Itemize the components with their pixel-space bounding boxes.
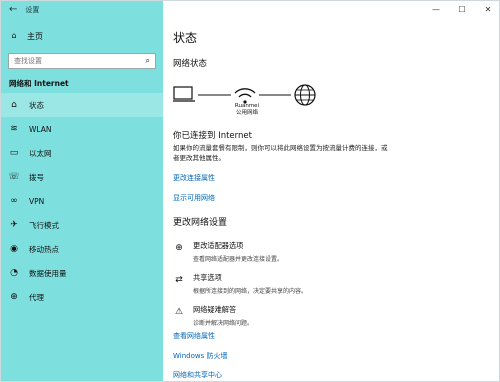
settings-window: ← 设置 ⌂ 主页 ⌕ 网络和 Internet ⌂ 状态 ≋ WLAN ▭ 以… — [0, 0, 500, 382]
page-title: 状态 — [173, 31, 198, 45]
sidebar-item-ethernet[interactable]: ▭ 以太网 — [1, 141, 163, 165]
sidebar-item-label: 拨号 — [29, 172, 44, 182]
sidebar-item-label: WLAN — [29, 124, 52, 134]
sidebar-item-label: 移动热点 — [29, 244, 59, 254]
home-nav[interactable]: ⌂ 主页 — [1, 27, 163, 45]
close-button[interactable]: ✕ — [475, 1, 499, 17]
laptop-icon — [171, 86, 195, 102]
network-name: Ruanmei — [234, 103, 260, 109]
sidebar-item-wlan[interactable]: ≋ WLAN — [1, 117, 163, 141]
internet-globe-icon — [294, 84, 316, 106]
sidebar: ← 设置 ⌂ 主页 ⌕ 网络和 Internet ⌂ 状态 ≋ WLAN ▭ 以… — [1, 1, 163, 381]
hotspot-icon: ◉ — [10, 243, 18, 254]
share-icon: ⇄ — [175, 275, 183, 285]
network-diagram-svg — [171, 84, 316, 106]
option-adapter[interactable]: ⊕ 更改适配器选项 查看网络适配器并更改连接设置。 — [173, 241, 493, 267]
ethernet-icon: ▭ — [9, 147, 19, 158]
network-label: Ruanmei 公用网络 — [233, 103, 261, 117]
change-connection-properties-link[interactable]: 更改连接属性 — [173, 173, 215, 183]
vpn-icon: ∞ — [10, 195, 18, 206]
back-arrow-icon[interactable]: ← — [9, 5, 17, 15]
title-bar: ← 设置 — [1, 1, 163, 19]
warning-icon: ⚠ — [174, 307, 184, 317]
maximize-button[interactable]: ☐ — [449, 1, 475, 17]
app-title: 设置 — [25, 6, 40, 14]
option-title: 网络疑难解答 — [193, 305, 237, 314]
wifi-icon: ≋ — [10, 123, 18, 134]
wifi-signal-icon — [234, 88, 256, 104]
sidebar-item-airplane[interactable]: ✈ 飞行模式 — [1, 213, 163, 237]
sidebar-item-label: 代理 — [29, 292, 44, 302]
sidebar-item-label: 状态 — [29, 100, 44, 110]
sidebar-item-vpn[interactable]: ∞ VPN — [1, 189, 163, 213]
section-title: 网络和 Internet — [9, 79, 69, 88]
connected-heading: 你已连接到 Internet — [173, 131, 252, 141]
sidebar-item-proxy[interactable]: ⊕ 代理 — [1, 285, 163, 309]
airplane-icon: ✈ — [10, 219, 18, 230]
home-globe-icon: ⌂ — [11, 99, 17, 110]
network-sharing-center-link[interactable]: 网络和共享中心 — [173, 370, 222, 380]
home-label: 主页 — [27, 31, 43, 41]
search-icon[interactable]: ⌕ — [146, 56, 150, 66]
sidebar-item-status[interactable]: ⌂ 状态 — [1, 93, 163, 117]
network-status-label: 网络状态 — [173, 59, 208, 69]
change-settings-heading: 更改网络设置 — [173, 218, 228, 228]
show-available-networks-link[interactable]: 显示可用网络 — [173, 193, 215, 203]
phone-icon: ☏ — [8, 171, 20, 182]
network-diagram: Ruanmei 公用网络 — [171, 77, 333, 127]
sidebar-item-label: 以太网 — [29, 148, 52, 158]
option-description: 查看网络适配器并更改连接设置。 — [193, 256, 284, 263]
minimize-button[interactable]: — — [423, 1, 449, 17]
sidebar-nav: ⌂ 状态 ≋ WLAN ▭ 以太网 ☏ 拨号 ∞ VPN ✈ 飞行模式 ◉ 移动… — [1, 93, 163, 309]
home-icon: ⌂ — [11, 31, 17, 40]
sidebar-item-hotspot[interactable]: ◉ 移动热点 — [1, 237, 163, 261]
window-controls: — ☐ ✕ — [423, 1, 499, 17]
option-description: 诊断并解决网络问题。 — [193, 320, 254, 327]
network-type: 公用网络 — [235, 110, 258, 116]
sidebar-item-dialup[interactable]: ☏ 拨号 — [1, 165, 163, 189]
globe-icon: ⊕ — [10, 291, 18, 302]
option-description: 根据所连接到的网络，决定要共享的内容。 — [193, 288, 308, 295]
sidebar-item-label: VPN — [29, 196, 45, 206]
option-sharing[interactable]: ⇄ 共享选项 根据所连接到的网络，决定要共享的内容。 — [173, 273, 493, 299]
option-troubleshoot[interactable]: ⚠ 网络疑难解答 诊断并解决网络问题。 — [173, 305, 493, 331]
option-title: 更改适配器选项 — [193, 241, 244, 250]
main-content: — ☐ ✕ 状态 网络状态 Ruanmei 公用网络 你已连接到 Interne… — [163, 1, 499, 381]
view-network-properties-link[interactable]: 查看网络属性 — [173, 331, 215, 341]
connected-description: 如果你的流量套餐有限制，则你可以将此网络设置为按流量计费的连接，或者更改其他属性… — [173, 144, 388, 162]
windows-firewall-link[interactable]: Windows 防火墙 — [173, 351, 227, 361]
search-box[interactable]: ⌕ — [8, 53, 156, 69]
sidebar-item-label: 数据使用量 — [29, 268, 67, 278]
adapter-icon: ⊕ — [175, 243, 183, 253]
sidebar-item-data-usage[interactable]: ◔ 数据使用量 — [1, 261, 163, 285]
search-input[interactable] — [14, 57, 134, 65]
sidebar-item-label: 飞行模式 — [29, 220, 59, 230]
option-title: 共享选项 — [193, 273, 222, 282]
data-usage-icon: ◔ — [10, 267, 18, 278]
